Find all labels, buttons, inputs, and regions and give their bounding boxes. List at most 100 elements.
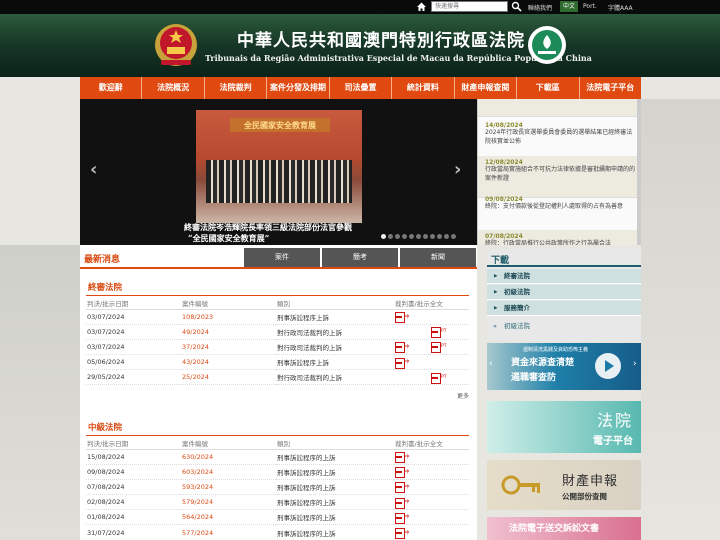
chevron-left-icon[interactable]: ‹ — [489, 359, 493, 369]
row-case-number[interactable]: 579/2024 — [181, 494, 276, 511]
news-item[interactable]: 14/08/2024 2024年行政長官選舉委員會委員的選舉結果已經終審法院核實並… — [478, 119, 641, 161]
promo-aml-line1: 資金來源查清楚 — [511, 358, 575, 368]
banner-carousel[interactable]: 全民國家安全教育展 ‹ › 終審法院岑浩輝院長率領三級法院部份法官參觀 “全民國… — [80, 99, 477, 245]
pdf-link[interactable]: 中 — [395, 357, 431, 369]
nav-downloads[interactable]: 下載區 — [517, 77, 580, 99]
row-case-number[interactable]: 630/2024 — [181, 449, 276, 465]
nav-judicial[interactable]: 司法疊置 — [330, 77, 393, 99]
pdf-link[interactable]: PT — [431, 327, 467, 339]
row-documents: 中 — [394, 524, 469, 540]
carousel-dot[interactable] — [451, 234, 456, 239]
news-item[interactable]: 初級法院刑事起訴法庭法官公告 — [478, 99, 641, 117]
pdf-link[interactable]: 中 — [395, 312, 431, 324]
row-case-number[interactable]: 564/2024 — [181, 509, 276, 526]
pdf-lang: 中 — [405, 469, 410, 475]
lang-pt-link[interactable]: Port. — [583, 3, 597, 10]
pdf-link[interactable]: 中 — [395, 528, 431, 540]
news-item[interactable]: 07/08/2024 終院：行政當局推行公共政策所作之行為屬合法 — [478, 230, 641, 245]
nav-judgments[interactable]: 法院裁判 — [205, 77, 268, 99]
carousel-dot[interactable] — [388, 234, 393, 239]
row-documents: 中 — [394, 449, 469, 465]
pdf-link[interactable]: 中 — [395, 342, 431, 354]
carousel-dot[interactable] — [402, 234, 407, 239]
row-case-number[interactable]: 593/2024 — [181, 479, 276, 496]
table-row[interactable]: 29/05/2024 25/2024 對行政司法裁判的上訴 PT — [86, 369, 469, 386]
pdf-link[interactable]: 中 — [395, 497, 431, 509]
news-item[interactable]: 12/08/2024 行政當局實施組合不可抗力法律依據是審批續期申請的的案件新證 — [478, 156, 641, 198]
table-row[interactable]: 31/07/2024 577/2024 刑事訴訟程序的上訴 中 — [86, 524, 469, 540]
pdf-link[interactable]: 中 — [395, 452, 431, 464]
tab-news[interactable]: 新聞 — [400, 248, 476, 267]
promo-asset[interactable]: 財產申報 公開部份查閱 — [487, 460, 641, 510]
table-row[interactable]: 07/08/2024 593/2024 刑事訴訟程序的上訴 中 — [86, 479, 469, 496]
column-header: 判決/批示日期 — [86, 437, 181, 450]
pdf-icon — [431, 372, 441, 384]
row-case-number[interactable]: 37/2024 — [181, 339, 276, 356]
row-case-number[interactable]: 43/2024 — [181, 354, 276, 371]
column-header: 判決/批示日期 — [86, 297, 181, 310]
font-size-control[interactable]: 字體AAA — [608, 3, 633, 12]
carousel-dot[interactable] — [437, 234, 442, 239]
row-case-number[interactable]: 25/2024 — [181, 369, 276, 386]
pdf-icon — [431, 342, 441, 354]
table-row[interactable]: 09/08/2024 603/2024 刑事訴訟程序的上訴 中 — [86, 464, 469, 480]
news-item[interactable]: 09/08/2024 終院：支付價款後從登記權利人處取得的占有為善意 — [478, 193, 641, 235]
download-item-first[interactable]: 初級法院 — [487, 285, 641, 300]
home-icon[interactable] — [416, 1, 427, 14]
carousel-dot[interactable] — [430, 234, 435, 239]
row-case-number[interactable]: 577/2024 — [181, 524, 276, 540]
pdf-link[interactable]: 中 — [395, 512, 431, 524]
download-sub-first[interactable]: 初級法院 — [487, 319, 641, 333]
nav-asset-declaration[interactable]: 財產申報查閱 — [455, 77, 518, 99]
news-text: 2024年行政長官選舉委員會委員的選舉結果已經終審法院核實並公佈 — [485, 129, 633, 145]
table-row[interactable]: 03/07/2024 108/2023 刑事訴訟程序上訴 中 — [86, 309, 469, 325]
promo-e-platform-line1: 法院 — [596, 411, 633, 430]
nav-e-platform[interactable]: 法院電子平台 — [580, 77, 641, 99]
table-row[interactable]: 03/07/2024 37/2024 對行政司法裁判的上訴 中 PT — [86, 339, 469, 356]
download-item-final[interactable]: 終審法院 — [487, 269, 641, 284]
pdf-link[interactable]: PT — [431, 342, 467, 354]
table-row[interactable]: 03/07/2024 49/2024 對行政司法裁判的上訴 PT — [86, 324, 469, 340]
tab-cases[interactable]: 案件 — [244, 248, 320, 267]
row-case-number[interactable]: 49/2024 — [181, 324, 276, 340]
chevron-right-icon[interactable]: › — [633, 359, 637, 369]
carousel-dot[interactable] — [423, 234, 428, 239]
carousel-dot[interactable] — [409, 234, 414, 239]
carousel-dot[interactable] — [395, 234, 400, 239]
row-case-number[interactable]: 108/2023 — [181, 309, 276, 325]
carousel-dot[interactable] — [381, 234, 386, 239]
search-input[interactable] — [431, 1, 508, 12]
pdf-lang: 中 — [405, 500, 410, 506]
table-row[interactable]: 05/06/2024 43/2024 刑事訴訟程序上訴 中 — [86, 354, 469, 371]
promo-e-platform[interactable]: 法院 電子平台 — [487, 401, 641, 453]
pdf-link[interactable]: PT — [431, 372, 467, 384]
chevron-right-icon[interactable]: › — [454, 159, 461, 180]
more-link[interactable]: 更多 — [457, 391, 469, 400]
pdf-link[interactable]: 中 — [395, 467, 431, 479]
search-icon[interactable] — [511, 1, 522, 14]
carousel-dots[interactable] — [381, 234, 456, 239]
play-icon[interactable] — [595, 353, 621, 379]
column-header: 案件編號 — [181, 297, 276, 310]
download-item-service[interactable]: 服務簡介 — [487, 301, 641, 316]
promo-e-platform-line2: 電子平台 — [593, 436, 633, 447]
lang-zh-link[interactable]: 中文 — [560, 1, 579, 12]
nav-statistics[interactable]: 統計資料 — [392, 77, 455, 99]
promo-aml[interactable]: ‹ 遏制清洗黑錢及資助恐怖主義 資金來源查清楚 遏職審查防 › — [487, 343, 641, 390]
promo-e-service[interactable]: 法院電子送交訴訟文書 — [487, 517, 641, 540]
table-row[interactable]: 02/08/2024 579/2024 刑事訴訟程序的上訴 中 — [86, 494, 469, 511]
contact-link[interactable]: 聯絡我們 — [528, 3, 552, 12]
tab-summary[interactable]: 簡考 — [322, 248, 398, 267]
nav-welcome[interactable]: 歡迎辭 — [80, 77, 143, 99]
site-title-zh: 中華人民共和國澳門特別行政區法院 — [237, 31, 525, 51]
row-case-number[interactable]: 603/2024 — [181, 464, 276, 480]
nav-case-distribution[interactable]: 案件分發及排期 — [267, 77, 330, 99]
nav-overview[interactable]: 法院概況 — [142, 77, 205, 99]
row-date: 01/08/2024 — [86, 509, 181, 526]
table-row[interactable]: 15/08/2024 630/2024 刑事訴訟程序的上訴 中 — [86, 449, 469, 465]
chevron-left-icon[interactable]: ‹ — [90, 159, 97, 180]
carousel-dot[interactable] — [444, 234, 449, 239]
carousel-dot[interactable] — [416, 234, 421, 239]
table-row[interactable]: 01/08/2024 564/2024 刑事訴訟程序的上訴 中 — [86, 509, 469, 526]
pdf-link[interactable]: 中 — [395, 482, 431, 494]
